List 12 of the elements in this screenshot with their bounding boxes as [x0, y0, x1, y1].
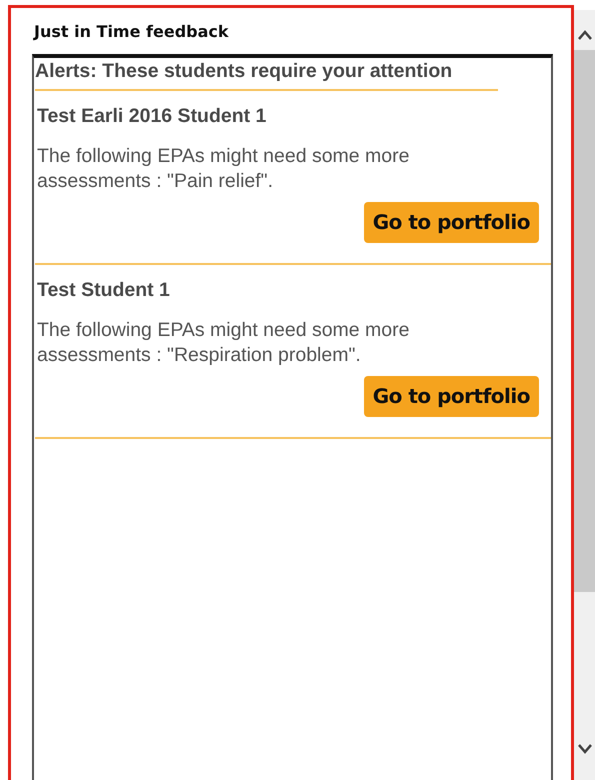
alert-message: The following EPAs might need some more assessments : "Respiration problem".: [37, 318, 410, 368]
scrollbar[interactable]: [574, 10, 595, 780]
go-to-portfolio-button[interactable]: Go to portfolio: [364, 202, 539, 243]
scroll-down-icon[interactable]: [578, 744, 592, 754]
student-name: Test Student 1: [37, 279, 171, 302]
panel-title: Just in Time feedback: [34, 22, 230, 41]
alert-message: The following EPAs might need some more assessments : "Pain relief".: [37, 144, 410, 194]
scrollbar-thumb[interactable]: [574, 50, 595, 592]
scroll-up-icon[interactable]: [578, 30, 592, 40]
go-to-portfolio-button[interactable]: Go to portfolio: [364, 376, 539, 417]
student-name: Test Earli 2016 Student 1: [37, 105, 268, 128]
alerts-heading: Alerts: These students require your attention: [35, 60, 452, 84]
